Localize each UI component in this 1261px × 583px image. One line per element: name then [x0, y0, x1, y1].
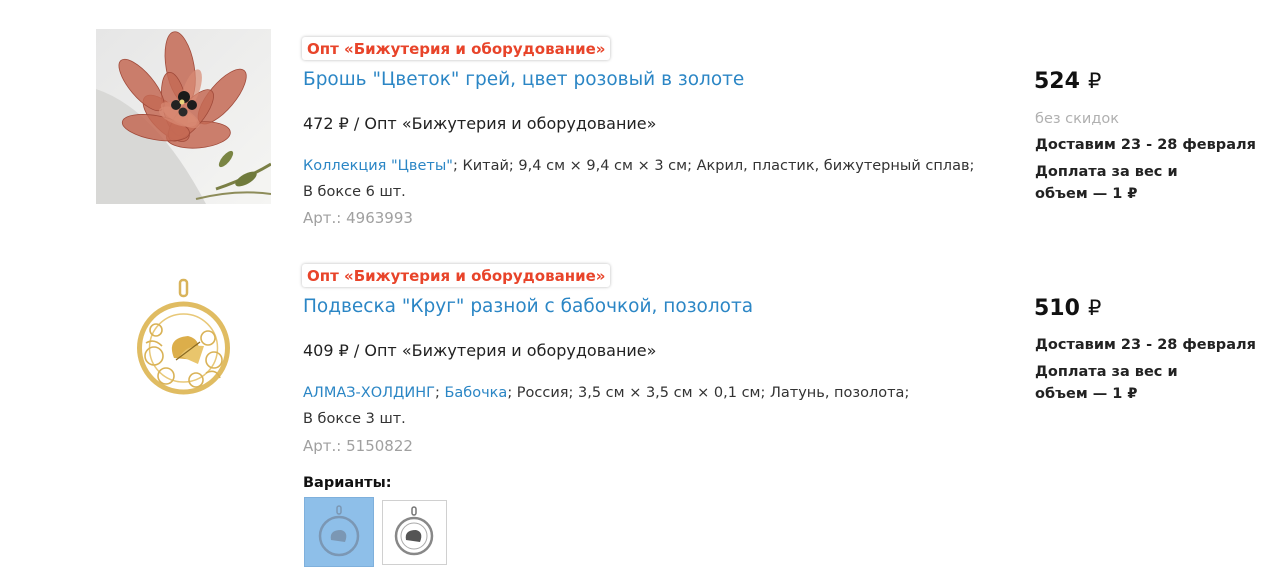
seller-badge: Опт «Бижутерия и оборудование» — [302, 37, 611, 60]
variants-label: Варианты: — [303, 475, 392, 491]
article-number: Арт.: 5150822 — [303, 437, 413, 455]
product-image-brooch[interactable] — [96, 29, 271, 204]
pendant-variant-silver-icon — [394, 506, 434, 556]
wholesale-offer: 409 ₽ / Опт «Бижутерия и оборудование» — [303, 341, 657, 360]
product-title-link[interactable]: Брошь "Цветок" грей, цвет розовый в золо… — [303, 69, 744, 90]
product-specs: АЛМАЗ-ХОЛДИНГ; Бабочка; Россия; 3,5 см ×… — [303, 380, 993, 432]
collection-link[interactable]: Бабочка — [444, 385, 507, 401]
product-specs: Коллекция "Цветы"; Китай; 9,4 см × 9,4 с… — [303, 153, 993, 205]
product-image-pendant[interactable] — [96, 268, 271, 443]
ruble-icon: ₽ — [1087, 296, 1102, 320]
seller-badge: Опт «Бижутерия и оборудование» — [302, 264, 611, 287]
ruble-icon: ₽ — [1087, 69, 1102, 93]
pendant-variant-gold-icon — [318, 505, 360, 557]
variant-gold-selected[interactable] — [304, 497, 374, 567]
no-discount-label: без скидок — [1035, 111, 1119, 127]
delivery-date: Доставим 23 - 28 февраля — [1035, 137, 1256, 153]
flower-brooch-image — [96, 29, 271, 204]
extra-fee: Доплата за вес и объем — 1 ₽ — [1035, 164, 1178, 202]
price: 524 ₽ — [1034, 69, 1101, 94]
extra-fee: Доплата за вес и объем — 1 ₽ — [1035, 364, 1178, 402]
variant-silver[interactable] — [382, 500, 447, 565]
round-pendant-image — [96, 268, 271, 408]
box-quantity: В боксе 3 шт. — [303, 411, 406, 427]
price-value: 510 — [1034, 296, 1080, 321]
box-quantity: В боксе 6 шт. — [303, 184, 406, 200]
wholesale-offer: 472 ₽ / Опт «Бижутерия и оборудование» — [303, 114, 657, 133]
price-value: 524 — [1034, 69, 1080, 94]
specs-text: ; Россия; 3,5 см × 3,5 см × 0,1 см; Лату… — [507, 385, 910, 401]
price: 510 ₽ — [1034, 296, 1101, 321]
collection-link[interactable]: Коллекция "Цветы" — [303, 158, 453, 174]
specs-text: ; Китай; 9,4 см × 9,4 см × 3 см; Акрил, … — [452, 158, 975, 174]
product-title-link[interactable]: Подвеска "Круг" разной с бабочкой, позол… — [303, 296, 753, 317]
delivery-date: Доставим 23 - 28 февраля — [1035, 337, 1256, 353]
brand-link[interactable]: АЛМАЗ-ХОЛДИНГ — [303, 385, 435, 401]
article-number: Арт.: 4963993 — [303, 209, 413, 227]
